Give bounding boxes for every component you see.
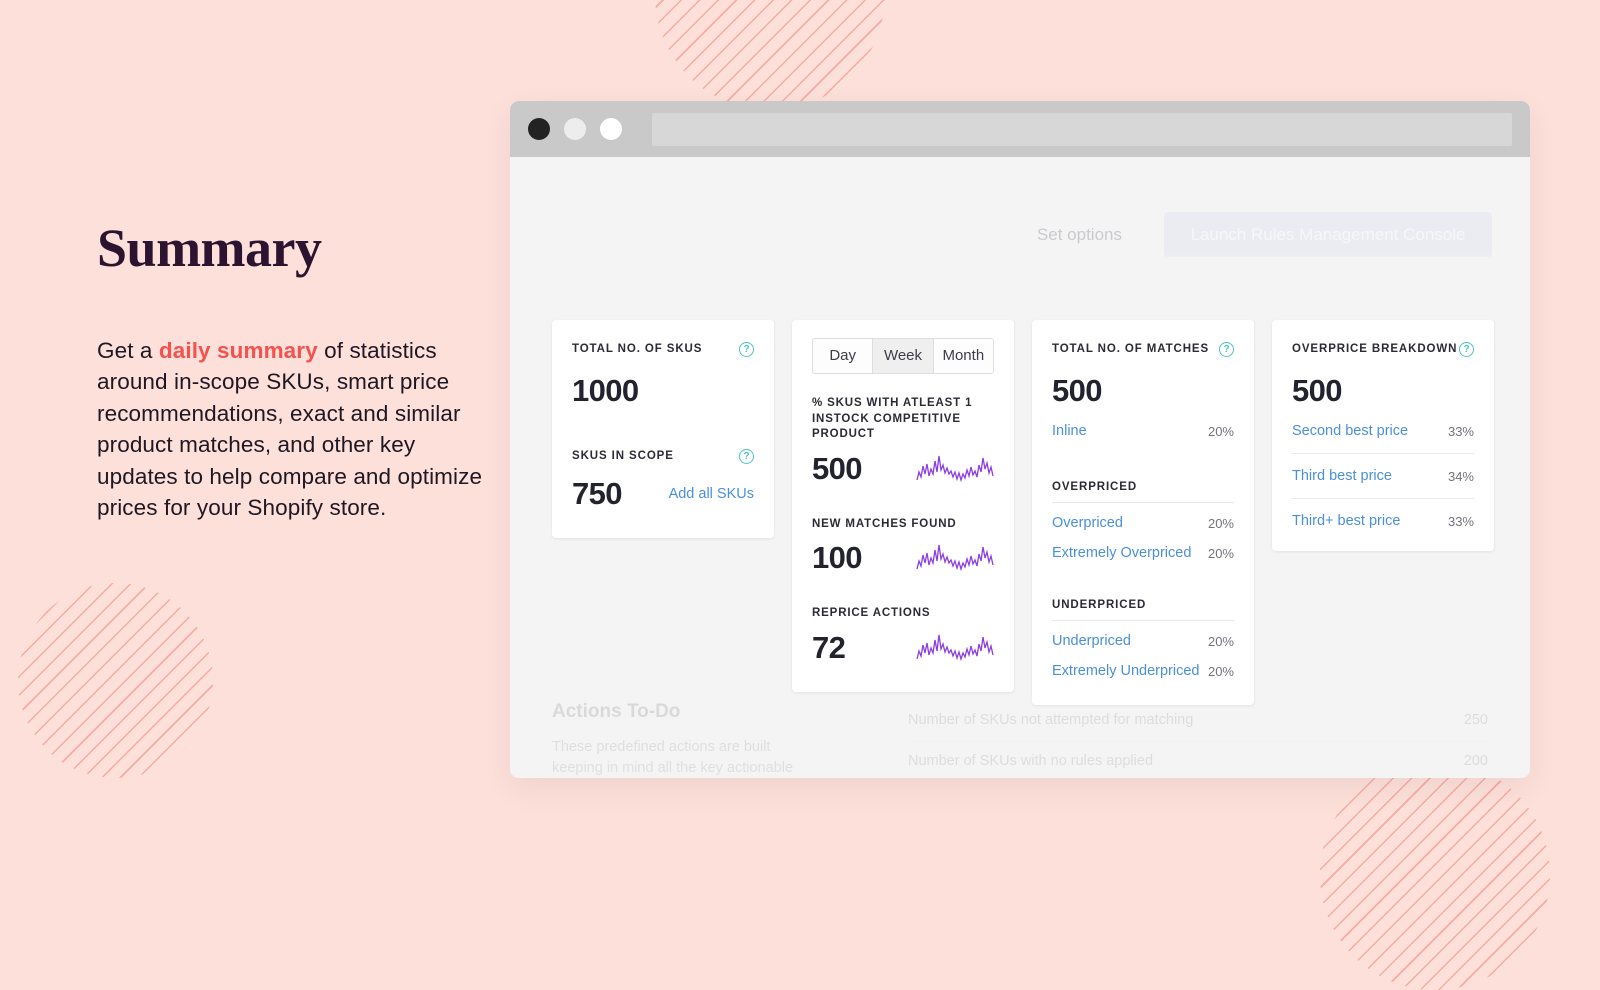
period-toggle-day[interactable]: Day bbox=[813, 339, 874, 373]
actions-todo-row-value: 250 bbox=[1463, 712, 1488, 728]
overprice-row-second-best[interactable]: Second best price 33% bbox=[1292, 423, 1474, 439]
question-icon[interactable]: ? bbox=[739, 342, 754, 357]
matches-inline-pct: 20% bbox=[1207, 423, 1234, 439]
matches-extremely-overpriced-pct: 20% bbox=[1207, 545, 1234, 561]
card-total-skus-header: TOTAL NO. OF SKUS ? bbox=[572, 342, 754, 357]
card-total-matches: TOTAL NO. OF MATCHES ? 500 Inline 20% OV… bbox=[1032, 320, 1254, 705]
overprice-second-best-pct: 33% bbox=[1447, 423, 1474, 439]
question-icon[interactable]: ? bbox=[1219, 342, 1234, 357]
overpriced-section-heading: OVERPRICED bbox=[1052, 481, 1138, 493]
address-bar[interactable] bbox=[652, 112, 1512, 146]
skus-in-scope-value: 750 bbox=[572, 476, 623, 511]
stat-new-matches-value: 100 bbox=[812, 540, 863, 575]
summary-cards-row: TOTAL NO. OF SKUS ? 1000 SKUS IN SCOPE ?… bbox=[552, 320, 1494, 705]
browser-window: Set options Launch Rules Management Cons… bbox=[510, 101, 1530, 778]
page-title: Summary bbox=[97, 218, 322, 278]
period-toggle[interactable]: Day Week Month bbox=[812, 338, 994, 374]
overprice-row-third-best[interactable]: Third best price 34% bbox=[1292, 468, 1474, 484]
total-matches-value: 500 bbox=[1052, 373, 1103, 408]
summary-panel: Summary Get a daily summary of statistic… bbox=[97, 220, 487, 524]
actions-todo-row[interactable]: Number of SKUs with no rules applied 200 bbox=[908, 742, 1488, 778]
overprice-breakdown-value: 500 bbox=[1292, 373, 1343, 408]
matches-row-inline[interactable]: Inline 20% bbox=[1052, 423, 1234, 439]
intro-paragraph: Get a daily summary of statistics around… bbox=[97, 335, 487, 524]
actions-todo-row-label: Number of SKUs with no rules applied bbox=[908, 753, 1154, 769]
stat-instock-competitive-label: % SKUS WITH ATLEAST 1 INSTOCK COMPETITIV… bbox=[812, 397, 973, 440]
divider bbox=[1052, 620, 1234, 621]
matches-underpriced-pct: 20% bbox=[1207, 633, 1234, 649]
stat-reprice-actions-label: REPRICE ACTIONS bbox=[812, 607, 931, 619]
window-close-icon[interactable] bbox=[528, 118, 550, 140]
overprice-third-best-pct: 34% bbox=[1447, 468, 1474, 484]
card-total-matches-header: TOTAL NO. OF MATCHES ? bbox=[1052, 342, 1234, 357]
question-icon[interactable]: ? bbox=[1459, 342, 1474, 357]
matches-inline-label[interactable]: Inline bbox=[1052, 423, 1087, 439]
card-overprice-breakdown-header: OVERPRICE BREAKDOWN ? bbox=[1292, 342, 1474, 357]
matches-underpriced-label[interactable]: Underpriced bbox=[1052, 633, 1131, 649]
period-toggle-month[interactable]: Month bbox=[933, 339, 993, 373]
card-total-skus-label: TOTAL NO. OF SKUS bbox=[572, 343, 703, 355]
matches-row-overpriced[interactable]: Overpriced 20% bbox=[1052, 515, 1234, 531]
stat-new-matches: NEW MATCHES FOUND 100 bbox=[812, 517, 994, 577]
divider bbox=[1292, 498, 1474, 499]
actions-todo-section: Actions To-Do These predefined actions a… bbox=[510, 668, 1530, 778]
window-maximize-icon[interactable] bbox=[600, 118, 622, 140]
card-skus-in-scope-header: SKUS IN SCOPE ? bbox=[572, 449, 754, 464]
underpriced-section-heading: UNDERPRICED bbox=[1052, 599, 1147, 611]
stat-reprice-actions-row: 72 bbox=[812, 630, 994, 666]
matches-row-underpriced[interactable]: Underpriced 20% bbox=[1052, 633, 1234, 649]
overprice-second-best-label[interactable]: Second best price bbox=[1292, 423, 1408, 439]
overprice-third-best-label[interactable]: Third best price bbox=[1292, 468, 1392, 484]
period-toggle-week[interactable]: Week bbox=[873, 339, 934, 373]
set-options-button[interactable]: Set options bbox=[1037, 225, 1122, 245]
add-all-skus-link[interactable]: Add all SKUs bbox=[669, 486, 754, 502]
card-overprice-breakdown: OVERPRICE BREAKDOWN ? 500 Second best pr… bbox=[1272, 320, 1494, 551]
actions-todo-row[interactable]: Number of SKUs not attempted for matchin… bbox=[908, 701, 1488, 741]
skus-in-scope-label: SKUS IN SCOPE bbox=[572, 450, 674, 462]
launch-rules-management-console-button[interactable]: Launch Rules Management Console bbox=[1164, 212, 1492, 257]
question-icon[interactable]: ? bbox=[739, 449, 754, 464]
total-skus-value: 1000 bbox=[572, 373, 639, 408]
stat-instock-competitive-row: 500 bbox=[812, 451, 994, 487]
matches-row-extremely-overpriced[interactable]: Extremely Overpriced 20% bbox=[1052, 545, 1234, 561]
actions-todo-list: Number of SKUs not attempted for matchin… bbox=[908, 701, 1488, 778]
stat-new-matches-row: 100 bbox=[812, 540, 994, 576]
intro-text-highlight: daily summary bbox=[158, 337, 318, 363]
stat-reprice-actions-value: 72 bbox=[812, 629, 846, 665]
intro-text-pre: Get a bbox=[97, 337, 159, 363]
stat-reprice-actions: REPRICE ACTIONS 72 bbox=[812, 606, 994, 666]
card-total-matches-label: TOTAL NO. OF MATCHES bbox=[1052, 343, 1210, 355]
decorative-circle-left bbox=[18, 583, 213, 778]
overprice-third-plus-best-pct: 33% bbox=[1447, 513, 1474, 529]
actions-todo-subtitle: These predefined actions are built keepi… bbox=[552, 739, 794, 776]
stat-instock-competitive: % SKUS WITH ATLEAST 1 INSTOCK COMPETITIV… bbox=[812, 396, 994, 487]
overprice-row-third-plus-best[interactable]: Third+ best price 33% bbox=[1292, 513, 1474, 529]
divider bbox=[1052, 502, 1234, 503]
sparkline-icon bbox=[916, 455, 994, 482]
actions-todo-row-label: Number of SKUs not attempted for matchin… bbox=[908, 712, 1194, 728]
matches-extremely-overpriced-label[interactable]: Extremely Overpriced bbox=[1052, 545, 1191, 561]
divider bbox=[1292, 453, 1474, 454]
overprice-third-plus-best-label[interactable]: Third+ best price bbox=[1292, 513, 1400, 529]
decorative-circle-right bbox=[1320, 760, 1550, 990]
top-action-bar: Set options Launch Rules Management Cons… bbox=[1037, 212, 1492, 257]
intro-text-post: of statistics around in-scope SKUs, smar… bbox=[97, 337, 483, 521]
card-overprice-breakdown-label: OVERPRICE BREAKDOWN bbox=[1292, 343, 1458, 355]
browser-titlebar bbox=[510, 101, 1530, 157]
sparkline-icon bbox=[916, 544, 994, 572]
card-period-stats: Day Week Month % SKUS WITH ATLEAST 1 INS… bbox=[792, 320, 1014, 692]
stat-new-matches-label: NEW MATCHES FOUND bbox=[812, 517, 957, 530]
matches-overpriced-pct: 20% bbox=[1207, 515, 1234, 531]
card-total-skus: TOTAL NO. OF SKUS ? 1000 SKUS IN SCOPE ?… bbox=[552, 320, 774, 538]
app-content: Set options Launch Rules Management Cons… bbox=[510, 157, 1530, 778]
sparkline-icon bbox=[916, 634, 994, 661]
window-minimize-icon[interactable] bbox=[564, 118, 586, 140]
matches-overpriced-label[interactable]: Overpriced bbox=[1052, 515, 1123, 531]
stat-instock-competitive-value: 500 bbox=[812, 450, 863, 486]
decorative-circle-top bbox=[655, 0, 885, 110]
actions-todo-row-value: 200 bbox=[1463, 753, 1488, 769]
skus-in-scope-row: 750 Add all SKUs bbox=[572, 476, 754, 512]
